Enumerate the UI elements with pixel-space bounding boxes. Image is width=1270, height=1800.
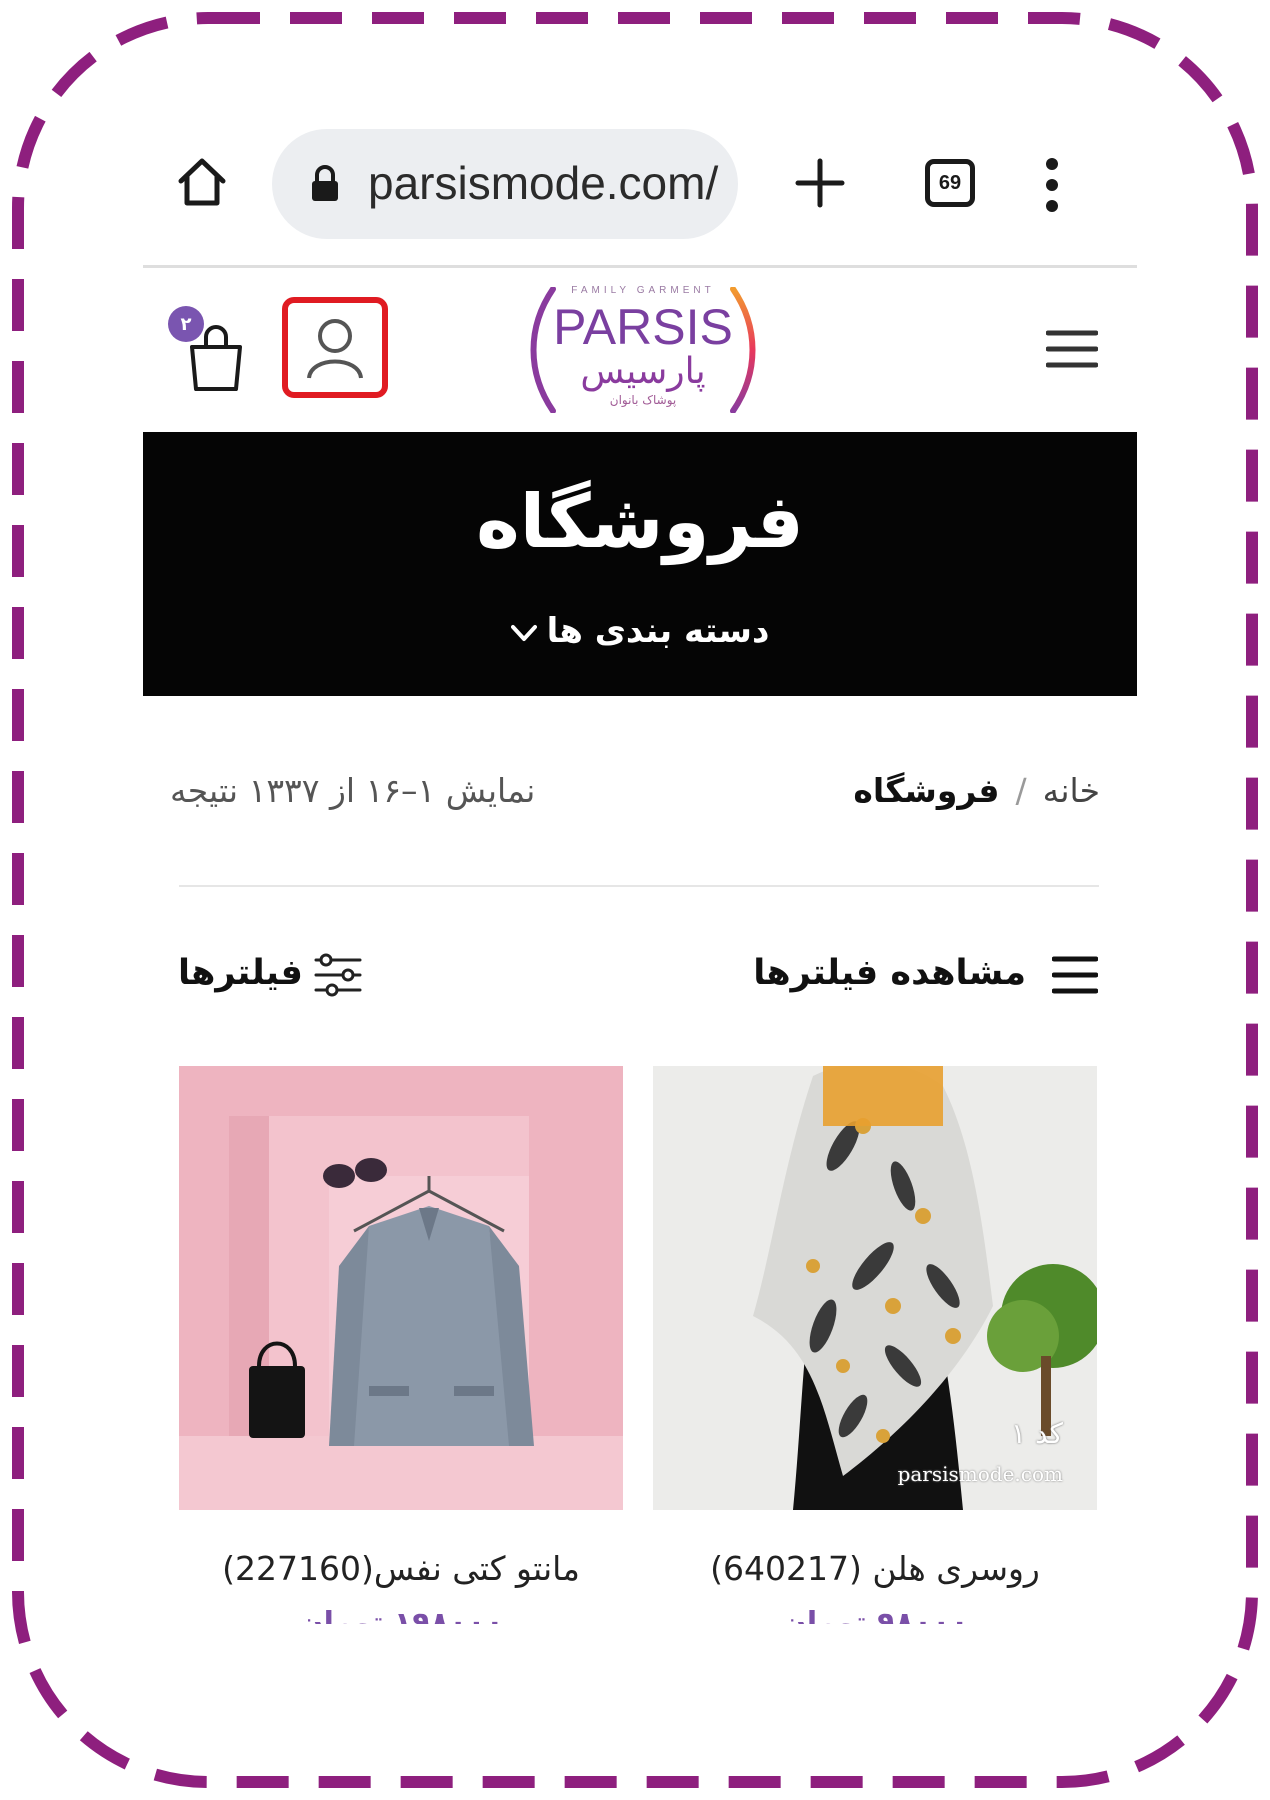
logo-tagline: FAMILY GARMENT bbox=[571, 285, 715, 296]
logo-wordmark-farsi: پارسیس bbox=[580, 351, 706, 392]
url-text: parsismode.com/ bbox=[368, 157, 719, 209]
shop-banner: فروشگاه دسته بندی ها bbox=[143, 432, 1137, 696]
logo-subtitle: پوشاک بانوان bbox=[609, 393, 677, 407]
product-name[interactable]: روسری هلن (640217) bbox=[653, 1544, 1097, 1594]
browser-toolbar: parsismode.com/ 69 bbox=[143, 125, 1137, 245]
image-watermark: parsismode.com bbox=[897, 1462, 1063, 1486]
product-code-label: کد ۱ bbox=[1011, 1417, 1063, 1450]
parsis-logo[interactable]: FAMILY GARMENT PARSIS پارسیس پوشاک بانوا… bbox=[525, 277, 761, 415]
breadcrumb-home[interactable]: خانه bbox=[1043, 771, 1100, 810]
account-button[interactable] bbox=[282, 297, 388, 398]
logo-wordmark-latin: PARSIS bbox=[553, 299, 733, 355]
filters-label: فیلترها bbox=[178, 953, 303, 993]
product-price: ۱۹۸۰۰۰ تومان bbox=[298, 1606, 504, 1624]
breadcrumb-current: فروشگاه bbox=[853, 771, 1000, 810]
breadcrumb-separator: / bbox=[1015, 771, 1027, 810]
more-menu-icon[interactable] bbox=[1042, 157, 1062, 213]
list-icon bbox=[1052, 956, 1098, 994]
divider bbox=[179, 885, 1099, 887]
product-image-scarf[interactable]: کد ۱ parsismode.com bbox=[653, 1066, 1097, 1510]
filters-button[interactable]: فیلترها bbox=[170, 945, 380, 1001]
results-count: نمایش ۱–۱۶ از ۱۳۳۷ نتیجه bbox=[170, 771, 536, 810]
user-icon bbox=[307, 319, 363, 379]
chevron-down-icon bbox=[510, 624, 537, 641]
breadcrumb: خانه / فروشگاه bbox=[800, 766, 1100, 816]
product-name[interactable]: مانتو کتی نفس(227160) bbox=[179, 1544, 623, 1594]
lock-icon bbox=[312, 165, 338, 201]
categories-label: دسته بندی ها bbox=[546, 611, 770, 651]
cart-count-badge: ۲ bbox=[168, 306, 204, 342]
dashed-frame-border bbox=[12, 12, 1258, 1788]
address-bar[interactable]: parsismode.com/ bbox=[272, 129, 738, 239]
toolbar-divider bbox=[143, 265, 1137, 268]
home-icon[interactable] bbox=[175, 155, 229, 209]
page-title: فروشگاه bbox=[476, 479, 804, 565]
tab-count: 69 bbox=[938, 171, 962, 194]
view-filters-button[interactable]: مشاهده فیلترها bbox=[740, 945, 1098, 1001]
view-filters-label: مشاهده فیلترها bbox=[753, 953, 1026, 993]
categories-dropdown[interactable]: دسته بندی ها bbox=[143, 608, 1137, 654]
hamburger-menu-icon[interactable] bbox=[1046, 329, 1098, 369]
product-image-jacket[interactable] bbox=[179, 1066, 623, 1510]
new-tab-plus-icon[interactable] bbox=[794, 157, 846, 209]
site-header: FAMILY GARMENT PARSIS پارسیس پوشاک بانوا… bbox=[143, 275, 1137, 431]
sliders-icon bbox=[314, 953, 362, 997]
tab-switcher-button[interactable]: 69 bbox=[925, 159, 975, 207]
product-price: ۹۸۰۰۰ تومان bbox=[781, 1606, 969, 1624]
